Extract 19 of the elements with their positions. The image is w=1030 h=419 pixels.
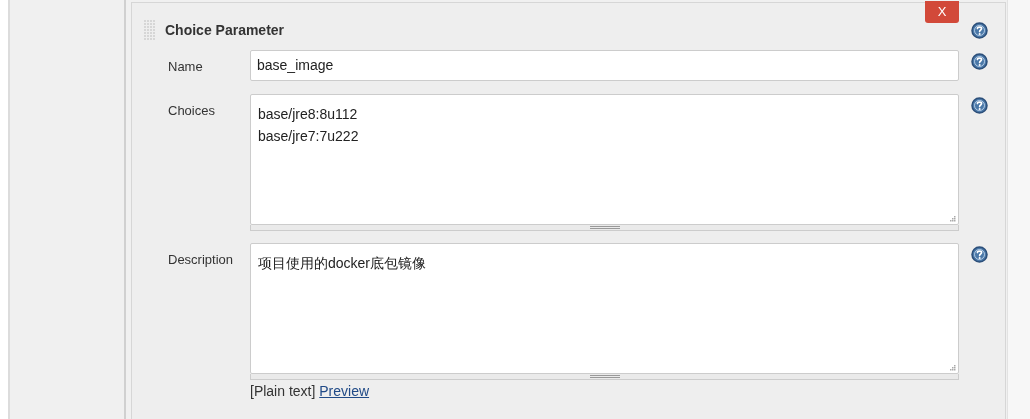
help-icon[interactable] [971,21,988,39]
help-icon[interactable] [971,97,988,114]
resize-grip-icon[interactable] [949,364,956,371]
field-label: Choices [168,102,216,120]
help-icon[interactable] [971,246,988,263]
resize-handle[interactable] [250,374,959,380]
format-note: [Plain text] [250,383,316,399]
field-label: Description [168,251,235,269]
field-label: Name [168,58,204,76]
resize-handle[interactable] [250,225,959,231]
resize-grip-icon[interactable] [949,215,956,222]
section-title: Choice Parameter [165,20,285,40]
drag-handle-icon[interactable] [143,19,156,41]
text-area[interactable]: 项目使用的docker底包镜像 [250,243,959,374]
help-icon[interactable] [971,53,988,70]
preview-link[interactable]: Preview [319,383,370,399]
delete-button[interactable]: X [925,1,959,23]
text-input[interactable]: base_image [250,50,959,81]
text-area[interactable]: base/jre8:8u112 base/jre7:7u222 [250,94,959,225]
